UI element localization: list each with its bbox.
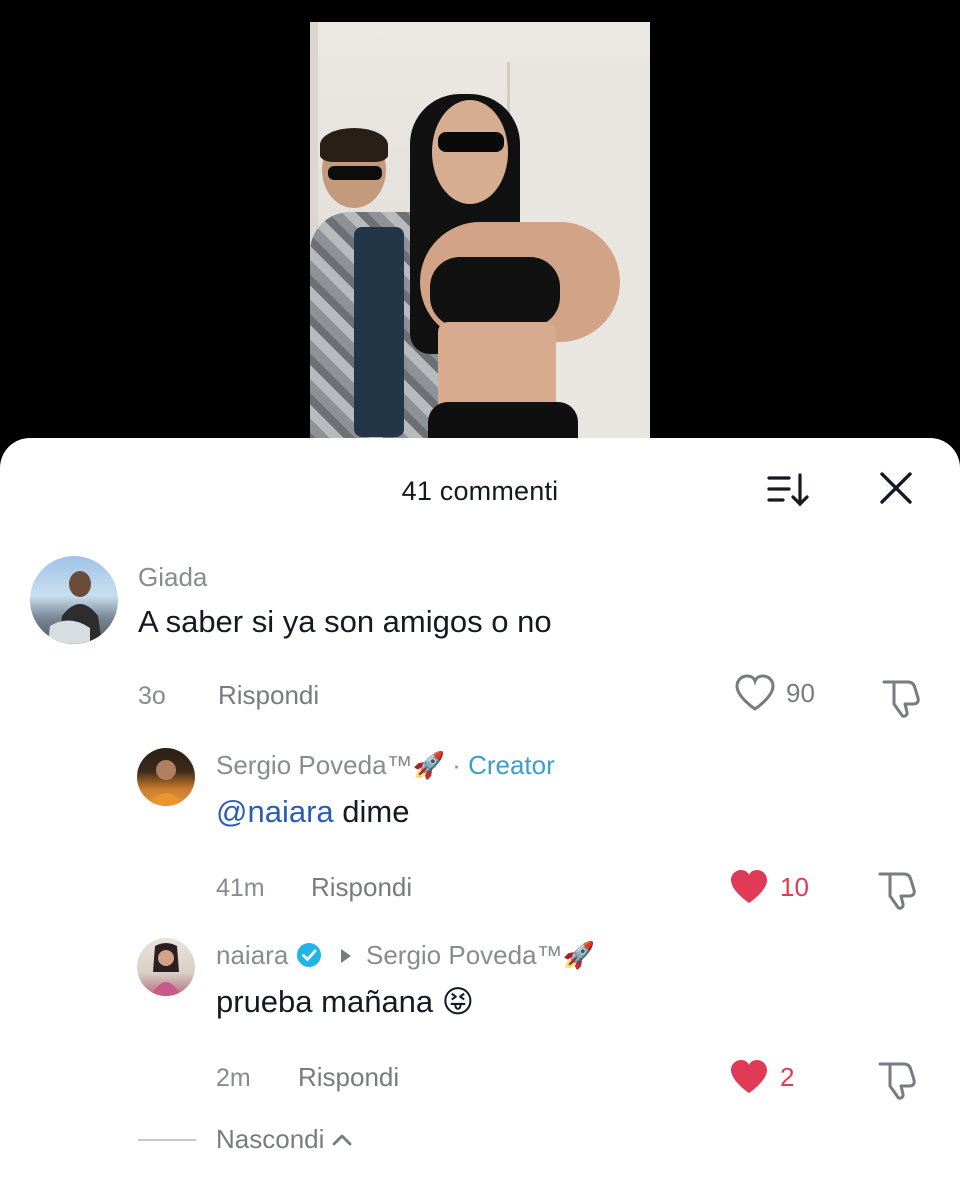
person-right-torso	[438, 322, 556, 412]
comment-time: 41m	[216, 874, 265, 902]
person-right-sunglasses	[438, 132, 504, 152]
person-left-sunglasses	[328, 166, 382, 180]
dislike-button[interactable]	[874, 866, 920, 912]
comments-count-title: 41 commenti	[401, 476, 559, 506]
sort-icon	[767, 473, 809, 507]
comment-username-row: Sergio Poveda™🚀 · Creator	[216, 750, 555, 781]
avatar[interactable]	[30, 556, 118, 644]
avatar-photo	[48, 571, 102, 644]
sort-button[interactable]	[764, 470, 814, 510]
comment-username[interactable]: Giada	[138, 562, 207, 593]
reply-arrow-icon	[340, 949, 351, 963]
dislike-button[interactable]	[874, 1056, 920, 1102]
like-count: 90	[786, 677, 815, 708]
comment-username[interactable]: naiara	[216, 940, 288, 970]
video-player[interactable]	[0, 0, 960, 470]
person-right-head	[432, 100, 508, 204]
person-left-hair	[320, 128, 388, 162]
avatar[interactable]	[137, 748, 195, 806]
rocket-emoji: 🚀	[412, 750, 445, 780]
person-left-shirt	[354, 227, 404, 437]
comment-text: dime	[333, 794, 410, 829]
thumbs-down-icon	[878, 872, 916, 910]
heart-filled-icon	[731, 1060, 767, 1093]
close-icon	[880, 472, 912, 504]
reply-button[interactable]: Rispondi	[311, 872, 412, 903]
like-button[interactable]: 10	[728, 868, 809, 906]
avatar-photo	[147, 760, 185, 806]
divider-line	[138, 1138, 196, 1141]
reply-button[interactable]: Rispondi	[218, 680, 319, 711]
avatar[interactable]	[137, 938, 195, 996]
comment-text: A saber si ya son amigos o no	[138, 604, 552, 639]
video-thumbnail[interactable]	[310, 22, 650, 462]
heart-outline-icon	[735, 674, 775, 711]
thumbs-down-icon	[878, 1062, 916, 1100]
comment-text-row: @naiara dime	[216, 794, 409, 830]
comment-username-row: naiara Sergio Poveda™🚀	[216, 940, 595, 971]
rocket-emoji: 🚀	[562, 940, 595, 970]
heart-filled-icon	[731, 870, 767, 903]
reply-button[interactable]: Rispondi	[298, 1062, 399, 1093]
hide-replies-label: Nascondi	[216, 1124, 325, 1154]
mention-link[interactable]: @naiara	[216, 794, 334, 829]
close-button[interactable]	[872, 468, 920, 512]
separator-dot: ·	[452, 750, 461, 780]
comment-text: prueba mañana 😝	[216, 984, 475, 1019]
like-button[interactable]: 90	[734, 674, 815, 712]
like-count: 2	[780, 1061, 795, 1092]
like-count: 10	[780, 871, 809, 902]
comments-sheet: 41 commenti Giada A saber si ya son amig…	[0, 438, 960, 1200]
thumbs-down-icon	[882, 680, 920, 718]
like-button[interactable]: 2	[728, 1058, 794, 1096]
comment-time: 2m	[216, 1064, 251, 1092]
comment-username[interactable]: Sergio Poveda™	[216, 750, 413, 780]
chevron-up-icon	[333, 1134, 352, 1145]
dislike-button[interactable]	[878, 674, 924, 720]
hide-replies-button[interactable]: Nascondi	[138, 1124, 354, 1155]
avatar-photo	[151, 943, 181, 996]
verified-badge-icon	[296, 943, 321, 967]
creator-badge: Creator	[468, 750, 555, 780]
person-right-top	[430, 257, 560, 327]
reply-to-username[interactable]: Sergio Poveda™	[366, 940, 563, 970]
comment-time: 3o	[138, 682, 166, 710]
